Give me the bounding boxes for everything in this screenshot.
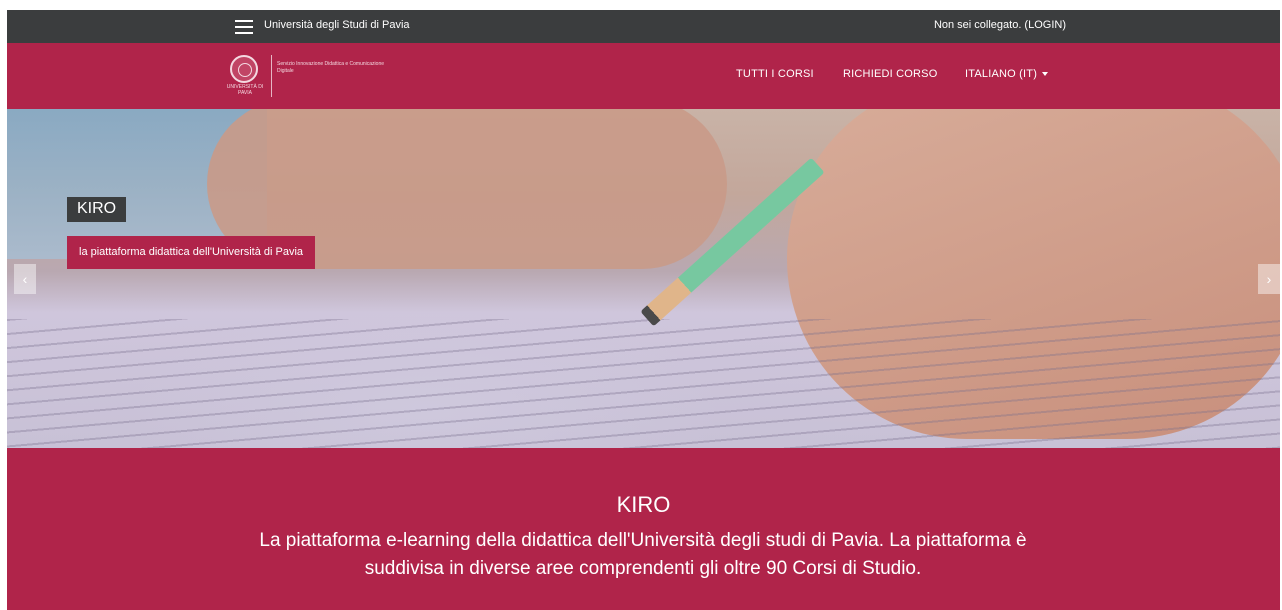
caret-down-icon: [1042, 72, 1049, 77]
nav-request-course[interactable]: RICHIEDI CORSO: [843, 68, 937, 80]
page: Università degli Studi di Pavia Non sei …: [7, 10, 1280, 610]
main-navbar: UNIVERSITÀ DI PAVIA Servizio Innovazione…: [7, 43, 1280, 109]
top-bar: Università degli Studi di Pavia Non sei …: [7, 10, 1280, 43]
hero-image-answer-sheet: [7, 319, 1280, 448]
login-status[interactable]: Non sei collegato. (LOGIN): [934, 19, 1066, 31]
chevron-left-icon: ‹: [22, 271, 28, 287]
chevron-right-icon: ›: [1266, 271, 1272, 287]
language-label: ITALIANO (IT): [965, 68, 1038, 80]
carousel-next-button[interactable]: ›: [1258, 264, 1280, 294]
carousel-caption-title: KIRO: [67, 197, 127, 222]
intro-title: KIRO: [616, 492, 671, 517]
nav-all-courses[interactable]: TUTTI I CORSI: [736, 68, 814, 80]
intro-text: La piattaforma e-learning della didattic…: [259, 530, 1027, 579]
university-logo[interactable]: UNIVERSITÀ DI PAVIA Servizio Innovazione…: [225, 53, 385, 99]
logo-university-text: UNIVERSITÀ DI PAVIA: [226, 84, 264, 96]
login-link[interactable]: Non sei collegato. (LOGIN): [934, 19, 1066, 31]
university-seal-icon: [230, 55, 258, 83]
logo-department-text: Servizio Innovazione Didattica e Comunic…: [277, 61, 385, 74]
logo-divider: [271, 55, 272, 97]
intro-section: KIRO La piattaforma e-learning della did…: [7, 448, 1280, 610]
hamburger-menu-icon[interactable]: [235, 20, 253, 34]
language-selector[interactable]: ITALIANO (IT): [965, 68, 1049, 80]
carousel-prev-button[interactable]: ‹: [14, 264, 36, 294]
hero-carousel: KIRO la piattaforma didattica dell'Unive…: [7, 109, 1280, 448]
site-name-link[interactable]: Università degli Studi di Pavia: [264, 19, 410, 31]
carousel-caption-text: la piattaforma didattica dell'Università…: [67, 236, 316, 269]
